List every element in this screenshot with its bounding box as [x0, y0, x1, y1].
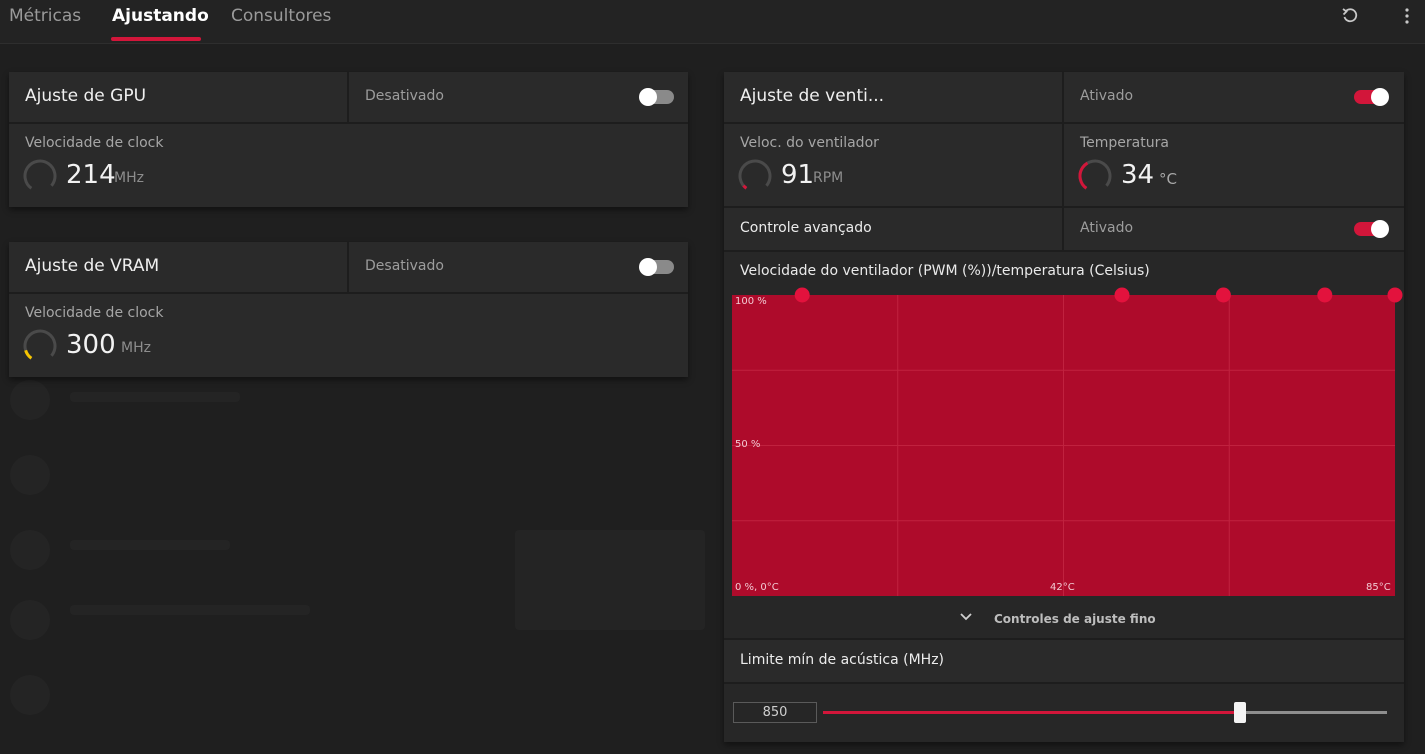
- background-ghost: [10, 530, 50, 570]
- acoustic-slider-fill: [823, 711, 1240, 714]
- fan-tuning-title: Ajuste de venti...: [740, 86, 885, 106]
- temperature-value: 34: [1121, 160, 1155, 190]
- temperature-label: Temperatura: [1080, 135, 1169, 151]
- acoustic-limit-input[interactable]: 850: [733, 702, 817, 723]
- fan-curve-point[interactable]: [1114, 287, 1130, 303]
- fan-tuning-toggle[interactable]: [1354, 88, 1389, 106]
- fan-curve-point[interactable]: [1317, 287, 1333, 303]
- gpu-clock-gauge-icon: [23, 159, 57, 193]
- more-vertical-icon[interactable]: [1397, 6, 1417, 26]
- acoustic-limit-cell: Limite mín de acústica (MHz): [724, 640, 1404, 682]
- y-tick-label: 100 %: [735, 296, 767, 307]
- toggle-knob: [1371, 88, 1389, 106]
- vram-tuning-status: Desativado: [365, 258, 444, 274]
- gpu-clock-cell: Velocidade de clock 214 MHz: [9, 124, 688, 207]
- vram-clock-value: 300: [66, 330, 116, 360]
- fan-speed-unit: RPM: [813, 170, 844, 186]
- advanced-control-toggle[interactable]: [1354, 220, 1389, 238]
- advanced-control-status-cell: Ativado: [1064, 208, 1404, 250]
- gpu-tuning-toggle[interactable]: [639, 88, 674, 106]
- vram-clock-unit: MHz: [121, 340, 151, 356]
- gpu-clock-unit: MHz: [114, 170, 144, 186]
- vram-tuning-toggle[interactable]: [639, 258, 674, 276]
- fan-curve-chart-title: Velocidade do ventilador (PWM (%))/tempe…: [740, 263, 1150, 279]
- advanced-control-label: Controle avançado: [740, 220, 872, 236]
- fan-curve-point[interactable]: [794, 287, 810, 303]
- fan-curve-chart[interactable]: 100 % 50 % 0 %, 0°C 42°C 85°C: [732, 287, 1403, 596]
- gpu-clock-value: 214: [66, 160, 116, 190]
- vram-tuning-title: Ajuste de VRAM: [25, 256, 160, 276]
- fan-speed-cell: Veloc. do ventilador 91 RPM: [724, 124, 1062, 206]
- tab-ajustando[interactable]: Ajustando: [112, 6, 209, 26]
- gpu-tuning-card: Ajuste de GPU Desativado Velocidade de c…: [9, 72, 688, 207]
- active-tab-indicator: [111, 37, 201, 41]
- fan-tuning-status: Ativado: [1080, 88, 1134, 104]
- background-ghost: [70, 605, 310, 615]
- y-tick-label: 50 %: [735, 439, 761, 450]
- tab-consultores[interactable]: Consultores: [231, 6, 331, 26]
- background-ghost: [70, 392, 240, 402]
- fan-curve-point[interactable]: [1387, 287, 1403, 303]
- fan-speed-value: 91: [781, 160, 815, 190]
- background-ghost: [10, 380, 50, 420]
- fan-curve-point[interactable]: [1215, 287, 1231, 303]
- fine-tune-row[interactable]: Controles de ajuste fino: [724, 598, 1404, 638]
- temperature-gauge-icon: [1078, 159, 1112, 193]
- origin-tick-label: 0 %, 0°C: [735, 582, 779, 593]
- fan-tuning-header: Ajuste de venti...: [724, 72, 1062, 122]
- vram-clock-gauge-icon: [23, 329, 57, 363]
- toggle-knob: [639, 258, 657, 276]
- advanced-control-status: Ativado: [1080, 220, 1134, 236]
- vram-tuning-card: Ajuste de VRAM Desativado Velocidade de …: [9, 242, 688, 377]
- fan-curve-chart-svg: [732, 287, 1403, 596]
- fan-tuning-status-cell: Ativado: [1064, 72, 1404, 122]
- temperature-unit: °C: [1159, 170, 1177, 188]
- background-ghost: [10, 455, 50, 495]
- divider: [724, 250, 1404, 252]
- acoustic-slider-thumb[interactable]: [1234, 702, 1246, 723]
- x-tick-label: 42°C: [1050, 582, 1075, 593]
- fan-speed-gauge-icon: [738, 159, 772, 193]
- background-ghost: [10, 600, 50, 640]
- tab-metricas[interactable]: Métricas: [9, 6, 81, 26]
- undo-icon[interactable]: [1340, 6, 1360, 26]
- vram-tuning-header: Ajuste de VRAM: [9, 242, 347, 292]
- vram-clock-cell: Velocidade de clock 300 MHz: [9, 294, 688, 377]
- x-tick-label: 85°C: [1366, 582, 1391, 593]
- gpu-tuning-title: Ajuste de GPU: [25, 86, 147, 106]
- gpu-tuning-status-cell: Desativado: [349, 72, 688, 122]
- gpu-tuning-status: Desativado: [365, 88, 444, 104]
- temperature-cell: Temperatura 34 °C: [1064, 124, 1404, 206]
- background-ghost: [10, 675, 50, 715]
- vram-tuning-status-cell: Desativado: [349, 242, 688, 292]
- background-ghost: [515, 530, 705, 630]
- toggle-knob: [639, 88, 657, 106]
- acoustic-limit-label: Limite mín de acústica (MHz): [740, 652, 944, 668]
- divider: [724, 682, 1404, 684]
- background-ghost: [70, 540, 230, 550]
- gpu-clock-label: Velocidade de clock: [25, 135, 164, 151]
- toggle-knob: [1371, 220, 1389, 238]
- chevron-down-icon: [960, 613, 972, 621]
- fine-tune-label: Controles de ajuste fino: [994, 612, 1156, 626]
- vram-clock-label: Velocidade de clock: [25, 305, 164, 321]
- fan-speed-label: Veloc. do ventilador: [740, 135, 879, 151]
- advanced-control-cell: Controle avançado: [724, 208, 1062, 250]
- top-bar: Métricas Ajustando Consultores: [0, 0, 1425, 44]
- gpu-tuning-header: Ajuste de GPU: [9, 72, 347, 122]
